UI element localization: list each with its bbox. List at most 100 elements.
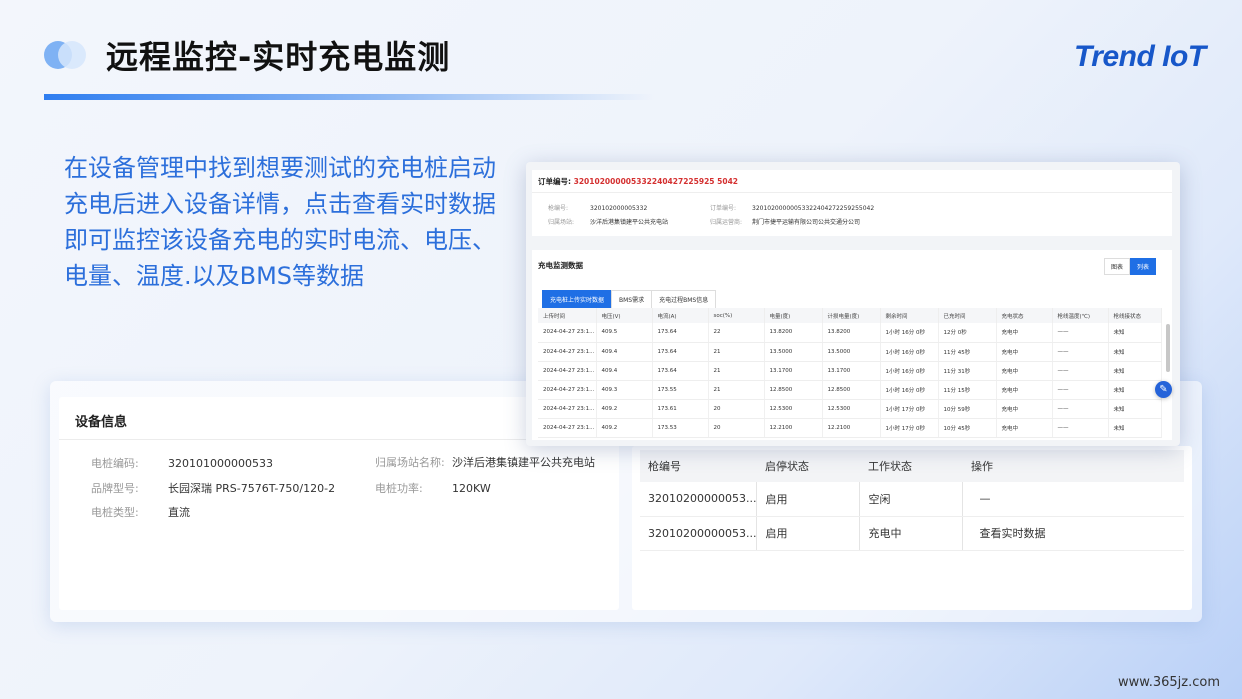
table-cell: 充电中 bbox=[996, 323, 1053, 343]
table-cell: 173.64 bbox=[652, 323, 709, 343]
table-cell: 11分 31秒 bbox=[938, 361, 997, 381]
table-cell: 173.64 bbox=[652, 361, 709, 381]
table-cell: 10分 45秒 bbox=[938, 418, 997, 438]
table-cell: 2024-04-27 23:1... bbox=[538, 380, 597, 400]
table-cell: 1小时 16分 0秒 bbox=[880, 361, 939, 381]
table-cell: 2024-04-27 23:1... bbox=[538, 342, 597, 362]
table-cell: 21 bbox=[708, 380, 765, 400]
table-cell: 22 bbox=[708, 323, 765, 343]
table-cell: 未知 bbox=[1108, 323, 1162, 343]
table-cell: 13.5000 bbox=[822, 342, 881, 362]
table-cell: 173.64 bbox=[652, 342, 709, 362]
info-pile-code: 电桩编码: 320101000000533 bbox=[91, 457, 273, 470]
monitor-header-cell: 上传时间 bbox=[538, 308, 597, 323]
order-id: 订单编号: 32010200000053322404272259255042 bbox=[710, 205, 875, 212]
list-view-button[interactable]: 列表 bbox=[1129, 258, 1156, 275]
table-cell: 12分 0秒 bbox=[938, 323, 997, 343]
table-cell: 409.4 bbox=[596, 342, 653, 362]
watermark: www.365jz.com bbox=[1118, 675, 1220, 690]
table-row: 2024-04-27 23:1... 409.4 173.64 21 13.5000 13… bbox=[538, 342, 1162, 362]
table-cell: 1小时 16分 0秒 bbox=[880, 342, 939, 362]
table-row: 2024-04-27 23:1... 409.2 173.61 20 12.5300 12… bbox=[538, 399, 1162, 419]
monitor-title: 充电监测数据 bbox=[538, 261, 583, 270]
table-cell: 未知 bbox=[1108, 418, 1162, 438]
logo-dots bbox=[44, 40, 90, 70]
info-brand-model: 品牌型号: 长园深瑞 PRS-7576T-750/120-2 bbox=[91, 482, 336, 495]
monitor-data-box: 充电监测数据 图表 列表 充电桩上传实时数据 BMS需求 充电过程BMS信息 上… bbox=[532, 250, 1172, 440]
table-cell: 充电中 bbox=[996, 361, 1053, 381]
table-cell: 13.1700 bbox=[822, 361, 881, 381]
table-cell: 409.2 bbox=[596, 418, 653, 438]
tab-pile-realtime[interactable]: 充电桩上传实时数据 bbox=[542, 290, 613, 309]
order-info-box: 订单编号: 320102000005332240427225925 5042 枪… bbox=[532, 170, 1172, 236]
table-cell: —— bbox=[1052, 342, 1109, 362]
table-cell: 409.2 bbox=[596, 399, 653, 419]
chart-view-button[interactable]: 图表 bbox=[1103, 258, 1130, 275]
table-cell: 充电中 bbox=[996, 380, 1053, 400]
monitor-header-cell: 计损电量(度) bbox=[822, 308, 881, 323]
table-cell: 12.8500 bbox=[764, 380, 823, 400]
table-cell: 20 bbox=[708, 399, 765, 419]
monitor-header-cell: 枪线温度(℃) bbox=[1052, 308, 1109, 323]
description-text: 在设备管理中找到想要测试的充电桩启动充电后进入设备详情，点击查看实时数据即可监控… bbox=[64, 154, 496, 290]
monitor-table: 上传时间 电压(V) 电流(A) soc(%) 电量(度) 计损电量(度) 剩余时间 已充时间… bbox=[538, 308, 1162, 438]
tab-bms-process[interactable]: 充电过程BMS信息 bbox=[651, 290, 717, 309]
view-realtime-data-link[interactable]: 查看实时数据 bbox=[962, 516, 1184, 551]
table-cell: 409.4 bbox=[596, 361, 653, 381]
table-cell: 409.5 bbox=[596, 323, 653, 343]
table-cell: 2024-04-27 23:1... bbox=[538, 361, 597, 381]
order-station: 归属场站: 沙洋后港集镇建平公共充电站 bbox=[548, 219, 669, 226]
gun-header-switch: 启停状态 bbox=[756, 450, 860, 482]
monitor-header-cell: 剩余时间 bbox=[880, 308, 939, 323]
view-toggle: 图表 列表 bbox=[1103, 258, 1156, 275]
order-operator: 归属运营商: 荆门市捷平运输有限公司公共交通分公司 bbox=[710, 219, 861, 226]
tab-bms-demand[interactable]: BMS需求 bbox=[611, 290, 653, 309]
table-row: 2024-04-27 23:1... 409.2 173.53 20 12.2100 12… bbox=[538, 418, 1162, 438]
table-cell: 13.1700 bbox=[764, 361, 823, 381]
table-cell: 13.8200 bbox=[764, 323, 823, 343]
table-cell: 1小时 16分 0秒 bbox=[880, 323, 939, 343]
table-scrollbar[interactable] bbox=[1166, 324, 1170, 372]
info-power: 电桩功率: 120KW bbox=[375, 482, 491, 495]
table-cell: 21 bbox=[708, 361, 765, 381]
table-cell: 12.8500 bbox=[822, 380, 881, 400]
edit-note-icon[interactable]: ✎ bbox=[1155, 381, 1172, 398]
monitor-tabs: 充电桩上传实时数据 BMS需求 充电过程BMS信息 bbox=[542, 290, 717, 309]
table-cell: 未知 bbox=[1108, 361, 1162, 381]
table-cell: 2024-04-27 23:1... bbox=[538, 399, 597, 419]
monitor-table-header: 上传时间 电压(V) 电流(A) soc(%) 电量(度) 计损电量(度) 剩余时间 已充时间… bbox=[538, 308, 1162, 323]
table-cell: 12.2100 bbox=[822, 418, 881, 438]
brand-logo: Trend IoT bbox=[1074, 40, 1206, 73]
table-cell: 2024-04-27 23:1... bbox=[538, 323, 597, 343]
device-info-title: 设备信息 bbox=[75, 415, 128, 430]
table-cell: 12.5300 bbox=[822, 399, 881, 419]
table-cell: 未知 bbox=[1108, 380, 1162, 400]
table-cell: 21 bbox=[708, 342, 765, 362]
monitor-header-cell: 已充时间 bbox=[938, 308, 997, 323]
table-cell: 充电中 bbox=[996, 418, 1053, 438]
table-cell: 409.3 bbox=[596, 380, 653, 400]
table-cell: 12.2100 bbox=[764, 418, 823, 438]
table-cell: —— bbox=[1052, 418, 1109, 438]
table-row: 32010200000053... 启用 充电中 查看实时数据 bbox=[640, 516, 1184, 551]
table-cell: —— bbox=[1052, 323, 1109, 343]
table-cell: 2024-04-27 23:1... bbox=[538, 418, 597, 438]
info-station-name: 归属场站名称: 沙洋后港集镇建平公共充电站 bbox=[375, 456, 595, 469]
table-cell: 173.53 bbox=[652, 418, 709, 438]
table-cell: —— bbox=[1052, 361, 1109, 381]
page-title: 远程监控-实时充电监测 bbox=[106, 38, 451, 76]
gun-table: 枪编号 启停状态 工作状态 操作 32010200000053... 启用 空闲… bbox=[640, 450, 1184, 551]
table-cell: 11分 45秒 bbox=[938, 342, 997, 362]
gun-header-op: 操作 bbox=[962, 450, 1184, 482]
gun-header-work: 工作状态 bbox=[859, 450, 963, 482]
table-cell: 未知 bbox=[1108, 342, 1162, 362]
table-cell: 未知 bbox=[1108, 399, 1162, 419]
monitor-header-cell: 电量(度) bbox=[764, 308, 823, 323]
info-pile-type: 电桩类型: 直流 bbox=[91, 506, 190, 519]
monitor-header-cell: 电流(A) bbox=[652, 308, 709, 323]
monitor-header-cell: 充电状态 bbox=[996, 308, 1053, 323]
table-cell: 13.5000 bbox=[764, 342, 823, 362]
table-cell: 1小时 17分 0秒 bbox=[880, 418, 939, 438]
table-cell: —— bbox=[1052, 380, 1109, 400]
table-cell: 10分 59秒 bbox=[938, 399, 997, 419]
